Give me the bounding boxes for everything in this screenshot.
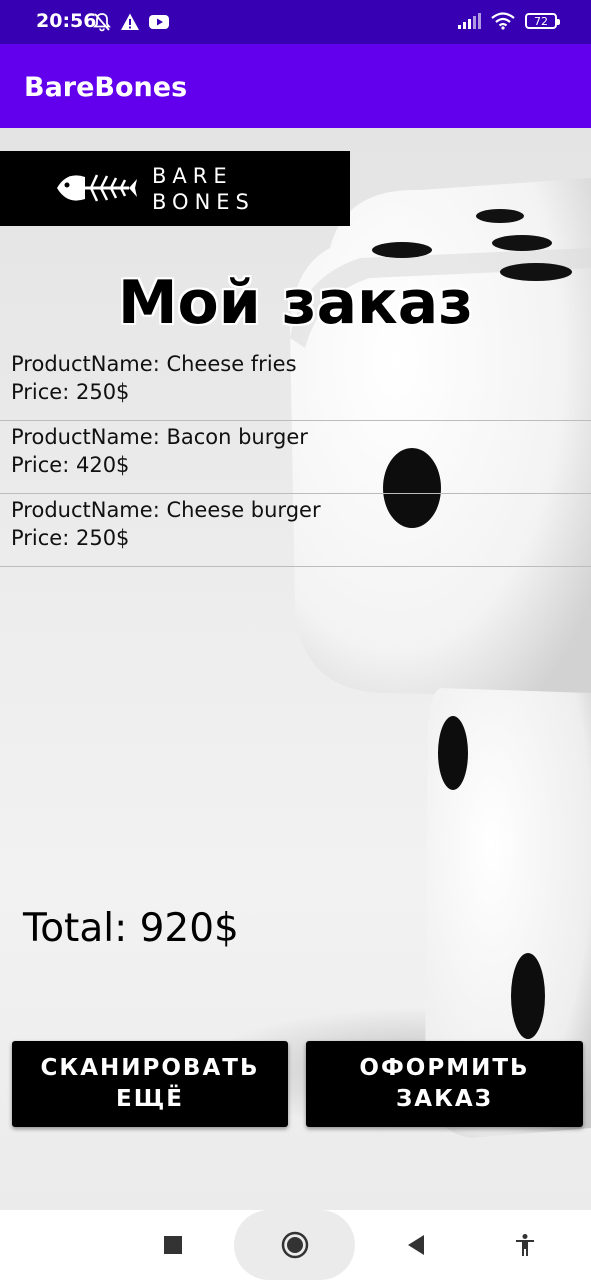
recents-square-icon[interactable] <box>163 1235 183 1255</box>
app-title: BareBones <box>24 72 188 103</box>
fish-bone-icon <box>57 174 137 202</box>
status-time: 20:56 <box>36 10 97 32</box>
order-total: Total: 920$ <box>23 906 239 951</box>
scan-more-button[interactable]: СКАНИРОВАТЬ ЕЩЁ <box>12 1041 288 1127</box>
logo-line-2: BONES <box>152 190 255 214</box>
logo-text: BARE BONES <box>152 163 255 215</box>
product-name: ProductName: Cheese burger <box>11 498 321 522</box>
accessibility-icon[interactable] <box>513 1233 537 1257</box>
product-price: Price: 250$ <box>11 380 130 404</box>
app-bar: BareBones <box>0 44 591 128</box>
logo-line-1: BARE <box>152 164 233 188</box>
warning-icon <box>121 13 139 30</box>
notifications-off-icon <box>93 13 111 32</box>
checkout-button[interactable]: ОФОРМИТЬ ЗАКАЗ <box>306 1041 583 1127</box>
list-item[interactable]: ProductName: Cheese fries Price: 250$ <box>0 348 591 421</box>
order-screen: BARE BONES Мой заказ ProductName: Cheese… <box>0 128 591 1210</box>
product-name: ProductName: Bacon burger <box>11 425 308 449</box>
battery-level: 72 <box>534 14 548 28</box>
product-price: Price: 420$ <box>11 453 130 477</box>
product-price: Price: 250$ <box>11 526 130 550</box>
status-icons-left <box>92 12 170 32</box>
list-item[interactable]: ProductName: Bacon burger Price: 420$ <box>0 421 591 494</box>
youtube-icon <box>149 15 169 29</box>
wifi-icon <box>491 12 515 30</box>
product-name: ProductName: Cheese fries <box>11 352 297 376</box>
status-bar: 20:56 72 <box>0 0 591 44</box>
battery-icon: 72 <box>525 13 560 29</box>
status-icons-right: 72 <box>457 12 560 30</box>
order-list: ProductName: Cheese fries Price: 250$ Pr… <box>0 348 591 567</box>
home-circle-icon[interactable] <box>281 1231 309 1259</box>
brand-logo: BARE BONES <box>0 151 350 226</box>
list-item[interactable]: ProductName: Cheese burger Price: 250$ <box>0 494 591 567</box>
page-title: Мой заказ <box>117 268 474 338</box>
back-triangle-icon[interactable] <box>406 1234 426 1256</box>
signal-icon <box>458 13 481 29</box>
navigation-bar <box>0 1210 591 1280</box>
